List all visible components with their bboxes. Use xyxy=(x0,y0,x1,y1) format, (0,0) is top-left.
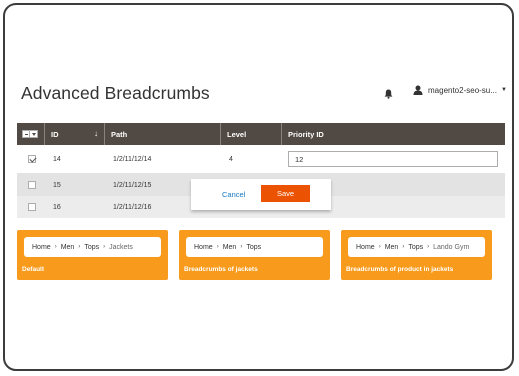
column-header-level[interactable]: Level xyxy=(221,123,282,145)
breadcrumb-item[interactable]: Tops xyxy=(246,244,261,251)
breadcrumb-item[interactable]: Home xyxy=(32,244,51,251)
chevron-down-icon: ▼ xyxy=(500,87,507,93)
column-header-path[interactable]: Path xyxy=(105,123,221,145)
breadcrumb-item[interactable]: Men xyxy=(61,244,75,251)
card-caption: Breadcrumbs of jackets xyxy=(184,266,258,273)
breadcrumb-example-card: Home › Men › Tops › Lando Gym Breadcrumbs o… xyxy=(341,230,492,280)
chevron-right-icon: › xyxy=(216,244,219,250)
cell-id: 14 xyxy=(53,155,61,163)
breadcrumb-item[interactable]: Tops xyxy=(84,244,99,251)
column-header-id[interactable]: ID ↓ xyxy=(45,123,105,145)
breadcrumb-current: Jackets xyxy=(109,243,133,251)
chevron-right-icon: › xyxy=(402,244,405,250)
inline-edit-actions: Cancel Save xyxy=(191,179,331,210)
row-checkbox[interactable] xyxy=(28,203,36,211)
breadcrumb-item[interactable]: Home xyxy=(194,244,213,251)
breadcrumb-current: Lando Gym xyxy=(433,243,470,251)
column-label: ID xyxy=(51,129,59,139)
priority-id-input[interactable]: 12 xyxy=(288,151,498,167)
save-button[interactable]: Save xyxy=(261,185,310,202)
grid-header: ID ↓ Path Level Priority ID xyxy=(17,123,505,145)
breadcrumb: Home › Men › Tops › Lando Gym xyxy=(348,237,485,257)
cell-id: 16 xyxy=(53,203,61,211)
breadcrumb-example-card: Home › Men › Tops Breadcrumbs of jackets xyxy=(179,230,330,280)
user-account-menu[interactable]: magento2-seo-su... ▼ xyxy=(413,85,507,95)
row-checkbox[interactable] xyxy=(28,155,36,163)
breadcrumb: Home › Men › Tops › Jackets xyxy=(24,237,161,257)
notifications-bell-icon[interactable] xyxy=(384,86,393,104)
breadcrumb-item[interactable]: Tops xyxy=(408,244,423,251)
user-icon xyxy=(413,85,423,95)
breadcrumb-item[interactable]: Men xyxy=(223,244,237,251)
column-label: Level xyxy=(227,129,247,139)
mass-action-select[interactable] xyxy=(17,123,45,145)
chevron-right-icon: › xyxy=(240,244,243,250)
breadcrumb-item[interactable]: Men xyxy=(385,244,399,251)
sort-arrow-icon: ↓ xyxy=(94,129,98,138)
screenshot-frame: Advanced Breadcrumbs magento2-seo-su... … xyxy=(3,3,514,371)
row-checkbox[interactable] xyxy=(28,181,36,189)
chevron-right-icon: › xyxy=(427,244,430,250)
cell-id: 15 xyxy=(53,181,61,189)
column-header-priority-id[interactable]: Priority ID xyxy=(282,123,505,145)
breadcrumb-example-card: Home › Men › Tops › Jackets Default xyxy=(17,230,168,280)
card-caption: Breadcrumbs of product in jackets xyxy=(346,266,454,273)
page-title: Advanced Breadcrumbs xyxy=(21,83,210,103)
breadcrumb: Home › Men › Tops xyxy=(186,237,323,257)
column-label: Path xyxy=(111,129,128,139)
chevron-right-icon: › xyxy=(78,244,81,250)
cell-path: 1/2/11/12/14 xyxy=(113,155,152,163)
chevron-right-icon: › xyxy=(54,244,57,250)
column-label: Priority ID xyxy=(288,129,324,139)
card-caption: Default xyxy=(22,266,45,273)
cancel-button[interactable]: Cancel xyxy=(222,190,245,199)
breadcrumb-item[interactable]: Home xyxy=(356,244,375,251)
username: magento2-seo-su... xyxy=(428,85,497,95)
cell-level: 4 xyxy=(229,155,233,163)
chevron-right-icon: › xyxy=(378,244,381,250)
chevron-right-icon: › xyxy=(103,244,106,250)
table-row[interactable]: 14 1/2/11/12/14 4 12 xyxy=(17,145,505,174)
